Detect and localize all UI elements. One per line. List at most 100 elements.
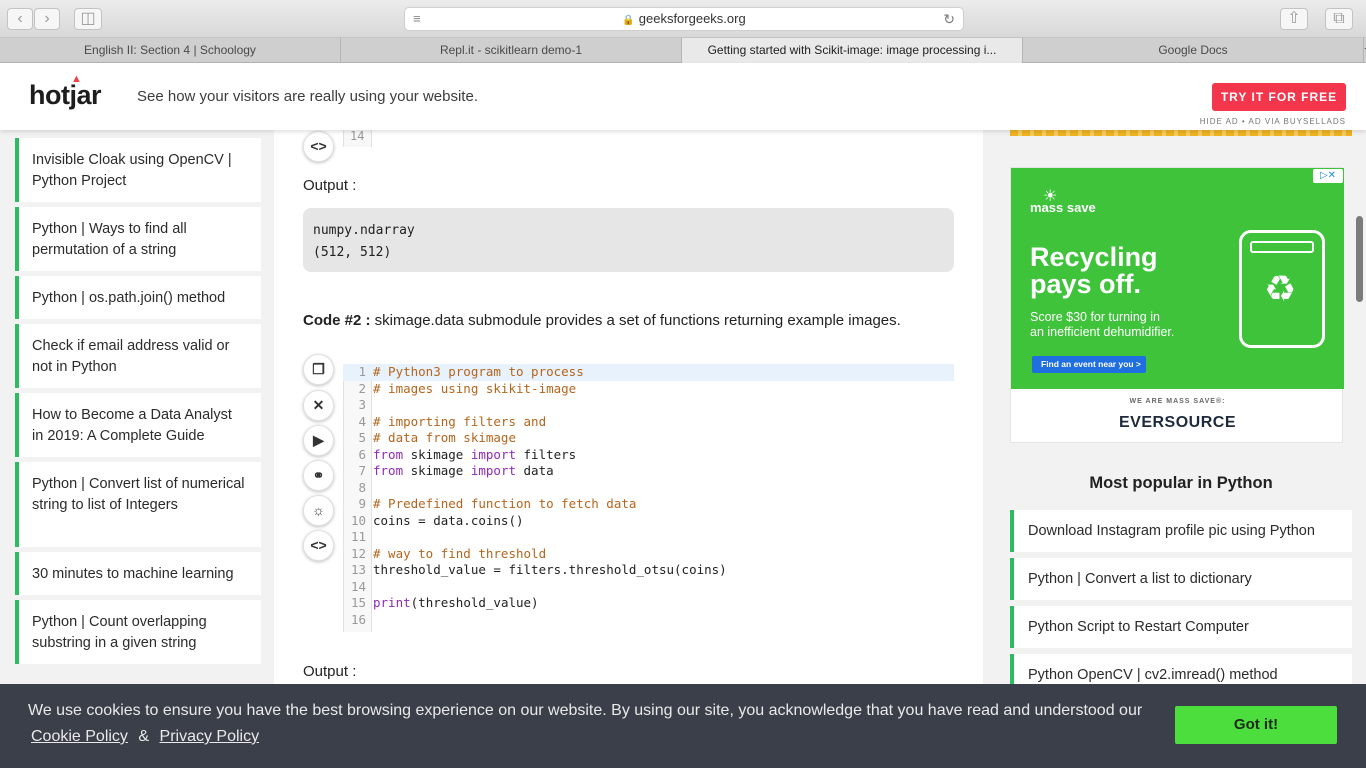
popular-item-restart-computer[interactable]: Python Script to Restart Computer: [1010, 606, 1352, 648]
output-label-2: Output :: [303, 663, 357, 680]
line-number: 4: [358, 413, 366, 429]
mass-save-ad[interactable]: ☀ mass save Recycling pays off. Score $3…: [1010, 167, 1344, 443]
line-number: 8: [358, 479, 366, 495]
code-line: 7 from skimage import data: [343, 463, 954, 480]
show-tabs-button[interactable]: ⧉: [1325, 8, 1353, 30]
hotjar-logo[interactable]: hotjar: [29, 80, 102, 111]
code-token: (threshold_value): [410, 595, 539, 610]
browser-toolbar: ‹ › ◫ ≡ 🔒 geeksforgeeks.org ↻ ⇧ ⧉: [0, 0, 1366, 38]
sidebar-item-convert-list[interactable]: Python | Convert list of numerical strin…: [15, 462, 261, 547]
code-text: from skimage import data: [370, 463, 554, 480]
hide-ad-link[interactable]: HIDE AD • AD VIA BUYSELLADS: [1150, 117, 1346, 126]
cookie-policy-link[interactable]: Cookie Policy: [31, 728, 128, 745]
code-text: threshold_value = filters.threshold_otsu…: [370, 562, 727, 579]
tab-scikit-image[interactable]: Getting started with Scikit-image: image…: [682, 38, 1023, 63]
tab-bar: English II: Section 4 | Schoology Repl.i…: [0, 38, 1366, 63]
theme-toggle-icon[interactable]: ☼: [303, 495, 334, 526]
sidebar-item-os-path-join[interactable]: Python | os.path.join() method: [15, 276, 261, 319]
tab-replit[interactable]: Repl.it - scikitlearn demo-1: [341, 38, 682, 63]
back-button[interactable]: ‹: [7, 8, 33, 30]
tab-google-docs[interactable]: Google Docs: [1023, 38, 1364, 63]
reader-icon[interactable]: ≡: [413, 8, 421, 30]
line-number: 10: [350, 512, 366, 528]
code-keyword: from: [373, 463, 404, 478]
code-editor[interactable]: 1 # Python3 program to process 2 # images u…: [343, 364, 954, 632]
line-number: 11: [350, 529, 366, 544]
sidebar-item-permutations[interactable]: Python | Ways to find all permutation of…: [15, 207, 261, 271]
code-text: # data from skimage: [370, 430, 516, 447]
sidebar-item-overlapping-substring[interactable]: Python | Count overlapping substring in …: [15, 600, 261, 664]
code-token: skimage: [403, 463, 471, 478]
line-number: 13: [350, 562, 366, 577]
code-line: 6 from skimage import filters: [343, 447, 954, 464]
share-button[interactable]: ⇧: [1280, 8, 1308, 30]
find-event-button[interactable]: Find an event near you >: [1032, 356, 1146, 373]
sidebar-item-data-analyst[interactable]: How to Become a Data Analyst in 2019: A …: [15, 393, 261, 457]
link-icon[interactable]: ⚭: [303, 460, 334, 491]
code-keyword: print: [373, 595, 411, 610]
code-line: 4 # importing filters and: [343, 414, 954, 431]
code-line: 13 threshold_value = filters.threshold_ot…: [343, 562, 954, 579]
dehumidifier-icon: ♻: [1239, 230, 1325, 348]
close-icon[interactable]: ✕: [303, 390, 334, 421]
line-number: 9: [358, 496, 366, 511]
ad-tagline[interactable]: See how your visitors are really using y…: [137, 88, 478, 105]
code-text: # importing filters and: [370, 414, 546, 431]
code-line: 16: [343, 612, 954, 629]
code-line: 11: [343, 529, 954, 546]
sidebar-toggle-button[interactable]: ◫: [74, 8, 102, 30]
code-line: 10 coins = data.coins(): [343, 513, 954, 530]
cookie-links: Cookie Policy & Privacy Policy: [31, 728, 259, 746]
address-bar[interactable]: ≡ 🔒 geeksforgeeks.org ↻: [404, 7, 964, 31]
code-comment: # images using skikit-image: [373, 380, 577, 396]
ad-strip: [1010, 130, 1352, 136]
tab-schoology[interactable]: English II: Section 4 | Schoology: [0, 38, 341, 63]
code-token: filters: [516, 446, 577, 462]
cookie-text: We use cookies to ensure you have the be…: [28, 702, 1143, 719]
code-line: 9 # Predefined function to fetch data: [343, 496, 954, 513]
code-line: 12 # way to find threshold: [343, 546, 954, 563]
mass-save-tag: WE ARE MASS SAVE®:: [1129, 398, 1226, 405]
ad-headline: Recycling pays off.: [1030, 244, 1158, 298]
embed-code-icon[interactable]: <>: [303, 530, 334, 561]
line-number: 14: [350, 578, 366, 594]
code-comment: # Python3 program to process: [373, 364, 584, 379]
reload-icon[interactable]: ↻: [943, 8, 955, 30]
ad-headline-line: Recycling: [1030, 242, 1158, 272]
recycle-icon: ♻: [1264, 268, 1297, 309]
code-text: # Predefined function to fetch data: [370, 496, 636, 513]
popular-item-list-to-dict[interactable]: Python | Convert a list to dictionary: [1010, 558, 1352, 600]
privacy-policy-link[interactable]: Privacy Policy: [160, 728, 260, 745]
code-text: # Python3 program to process: [370, 364, 584, 381]
line-number: 3: [358, 397, 366, 412]
url-text: geeksforgeeks.org: [638, 11, 746, 26]
code-token: skimage: [403, 446, 471, 462]
code-comment: # way to find threshold: [373, 545, 547, 561]
code-text: # way to find threshold: [370, 546, 546, 563]
ad-subtext: Score $30 for turning in an inefficient …: [1030, 310, 1174, 340]
code-line: 5 # data from skimage: [343, 430, 954, 447]
try-it-free-button[interactable]: TRY IT FOR FREE: [1212, 83, 1346, 111]
prev-embed-code-icon[interactable]: <>: [303, 131, 334, 162]
code-text: # images using skikit-image: [370, 381, 576, 398]
device-panel-icon: [1250, 241, 1314, 253]
sidebar-item-invisible-cloak[interactable]: Invisible Cloak using OpenCV | Python Pr…: [15, 138, 261, 202]
code-line: 1 # Python3 program to process: [343, 364, 954, 381]
output-label-1: Output :: [303, 177, 357, 194]
page-scrollbar[interactable]: [1356, 216, 1363, 302]
adchoices-icon[interactable]: ▷✕: [1313, 169, 1343, 183]
sidebar-item-machine-learning[interactable]: 30 minutes to machine learning: [15, 552, 261, 595]
copy-code-icon[interactable]: ❐: [303, 354, 334, 385]
popular-item-instagram[interactable]: Download Instagram profile pic using Pyt…: [1010, 510, 1352, 552]
line-number: 7: [358, 463, 366, 478]
run-code-icon[interactable]: ▶: [303, 425, 334, 456]
sidebar-item-email-validation[interactable]: Check if email address valid or not in P…: [15, 324, 261, 388]
code-line: 15 print(threshold_value): [343, 595, 954, 612]
code-token: threshold_value = filters.threshold_otsu…: [373, 562, 727, 577]
forward-button[interactable]: ›: [34, 8, 60, 30]
output-line: (512, 512): [313, 245, 392, 260]
got-it-button[interactable]: Got it!: [1175, 706, 1337, 744]
code-2-title: Code #2 : skimage.data submodule provide…: [303, 312, 901, 329]
ad-green-panel: ☀ mass save Recycling pays off. Score $3…: [1011, 168, 1344, 389]
output-box: numpy.ndarray (512, 512): [303, 208, 954, 272]
